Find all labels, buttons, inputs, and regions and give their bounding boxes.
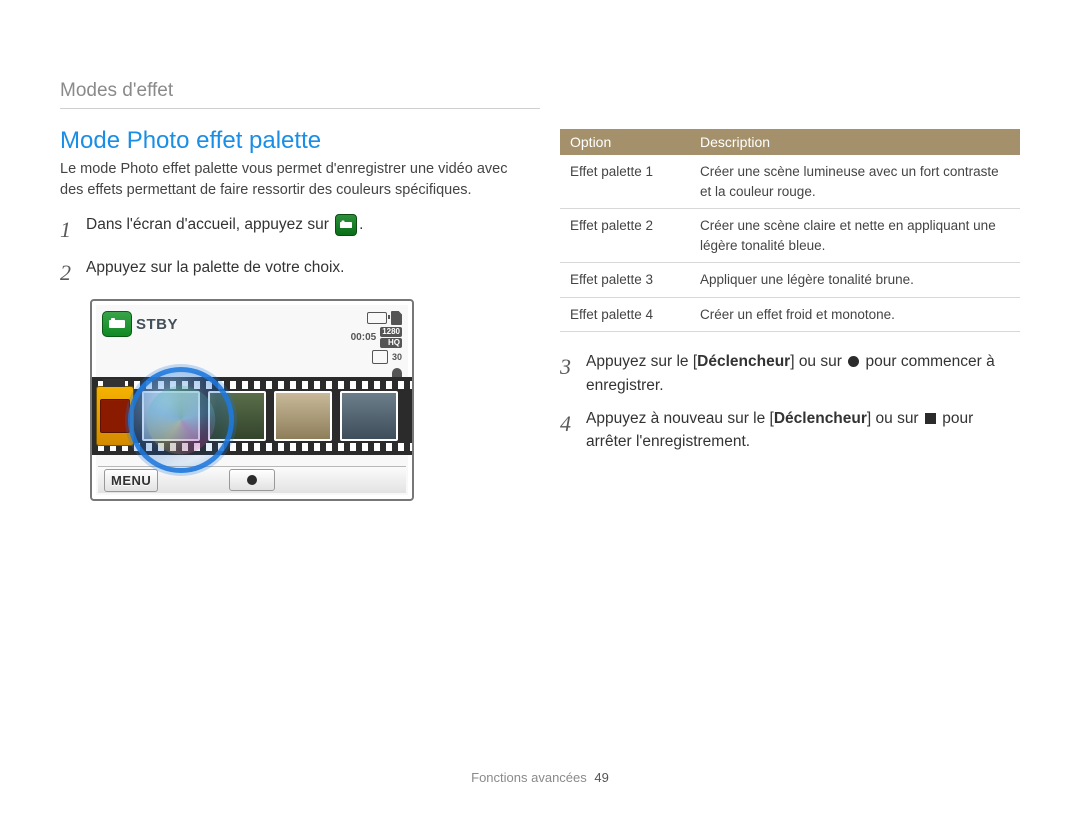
- shutter-label: Déclencheur: [774, 410, 867, 427]
- option-desc: Appliquer une légère tonalité brune.: [690, 263, 1020, 298]
- table-row: Effet palette 2 Créer une scène claire e…: [560, 209, 1020, 263]
- table-header-option: Option: [560, 129, 690, 155]
- camera-screen-illustration: STBY 00:05 1280 HQ 30: [90, 299, 414, 501]
- elapsed-time: 00:05: [351, 332, 377, 343]
- record-dot-icon: [247, 475, 257, 485]
- step-number: 4: [560, 407, 576, 440]
- two-columns: Mode Photo effet palette Le mode Photo e…: [60, 127, 1020, 501]
- option-name: Effet palette 2: [560, 209, 690, 263]
- camera-topbar: STBY 00:05 1280 HQ 30: [102, 311, 402, 384]
- quality-label: HQ: [380, 338, 402, 348]
- step-number: 2: [60, 256, 76, 289]
- palette-mode-icon: [335, 214, 357, 236]
- sd-card-icon: [391, 311, 402, 325]
- option-desc: Créer une scène lumineuse avec un fort c…: [690, 155, 1020, 209]
- battery-icon: [367, 312, 387, 324]
- step-3: 3 Appuyez sur le [Déclencheur] ou sur po…: [560, 350, 1020, 397]
- section-label: Modes d'effet: [60, 80, 540, 109]
- table-row: Effet palette 4 Créer un effet froid et …: [560, 297, 1020, 332]
- option-name: Effet palette 4: [560, 297, 690, 332]
- step-1-post: .: [359, 216, 363, 233]
- page-number: 49: [594, 770, 608, 785]
- frame-icon: [372, 350, 388, 364]
- step-number: 3: [560, 350, 576, 383]
- step-body: Appuyez à nouveau sur le [Déclencheur] o…: [586, 407, 1020, 454]
- step-body: Appuyez sur le [Déclencheur] ou sur pour…: [586, 350, 1020, 397]
- record-icon: [848, 356, 859, 367]
- selection-ring: [128, 367, 234, 473]
- camera-bottombar: MENU: [98, 466, 406, 493]
- step-2: 2 Appuyez sur la palette de votre choix.: [60, 256, 512, 289]
- table-row: Effet palette 1 Créer une scène lumineus…: [560, 155, 1020, 209]
- shutter-label: Déclencheur: [697, 353, 790, 370]
- step-1: 1 Dans l'écran d'accueil, appuyez sur .: [60, 213, 512, 246]
- status-stack: 00:05 1280 HQ 30: [351, 311, 402, 384]
- table-header-description: Description: [690, 129, 1020, 155]
- step-3-pre: Appuyez sur le [: [586, 353, 697, 370]
- step-body: Appuyez sur la palette de votre choix.: [86, 256, 512, 279]
- option-name: Effet palette 1: [560, 155, 690, 209]
- step-4-mid: ] ou sur: [867, 410, 923, 427]
- left-column: Mode Photo effet palette Le mode Photo e…: [60, 127, 512, 501]
- page: Modes d'effet Mode Photo effet palette L…: [0, 0, 1080, 815]
- step-number: 1: [60, 213, 76, 246]
- stop-icon: [925, 413, 936, 424]
- options-table: Option Description Effet palette 1 Créer…: [560, 129, 1020, 332]
- intro-paragraph: Le mode Photo effet palette vous permet …: [60, 159, 512, 201]
- palette-thumb-3: [274, 391, 332, 441]
- step-body: Dans l'écran d'accueil, appuyez sur .: [86, 213, 512, 236]
- step-3-mid: ] ou sur: [790, 353, 846, 370]
- option-desc: Créer un effet froid et monotone.: [690, 297, 1020, 332]
- palette-mode-icon: [102, 311, 132, 337]
- step-4: 4 Appuyez à nouveau sur le [Déclencheur]…: [560, 407, 1020, 454]
- option-desc: Créer une scène claire et nette en appli…: [690, 209, 1020, 263]
- table-row: Effet palette 3 Appliquer une légère ton…: [560, 263, 1020, 298]
- stby-label: STBY: [136, 316, 178, 333]
- record-button: [229, 469, 275, 491]
- resolution-label: 1280: [380, 327, 402, 337]
- step-4-pre: Appuyez à nouveau sur le [: [586, 410, 774, 427]
- option-name: Effet palette 3: [560, 263, 690, 298]
- heading: Mode Photo effet palette: [60, 127, 512, 155]
- mode-indicator: STBY: [102, 311, 178, 337]
- step-1-pre: Dans l'écran d'accueil, appuyez sur: [86, 216, 333, 233]
- footer-label: Fonctions avancées: [471, 770, 587, 785]
- page-footer: Fonctions avancées 49: [0, 770, 1080, 785]
- right-column: Option Description Effet palette 1 Créer…: [560, 127, 1020, 501]
- palette-thumb-4: [340, 391, 398, 441]
- fps-label: 30: [392, 352, 402, 362]
- menu-button: MENU: [104, 469, 158, 492]
